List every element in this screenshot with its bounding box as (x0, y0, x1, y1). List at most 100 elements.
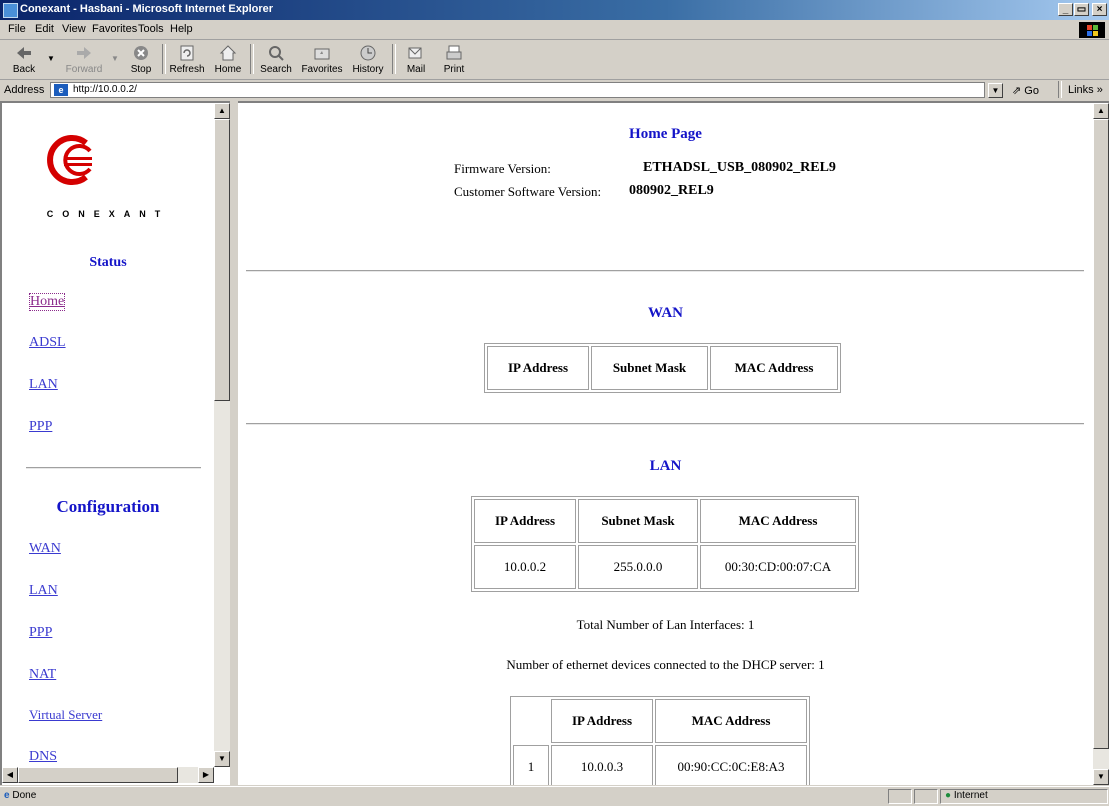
search-button[interactable]: Search (256, 42, 296, 78)
customer-software-value: 080902_REL9 (629, 183, 714, 198)
home-icon (219, 45, 237, 61)
nav-status-lan[interactable]: LAN (29, 377, 58, 393)
lan-ip-cell: 10.0.0.2 (474, 545, 576, 589)
forward-arrow-icon (77, 47, 91, 59)
ie-page-icon: e (54, 84, 68, 96)
address-dropdown-icon[interactable]: ▼ (988, 83, 1003, 98)
scroll-down-icon[interactable]: ▼ (1093, 769, 1109, 785)
nav-config-ppp[interactable]: PPP (29, 625, 52, 641)
lan-col-ip: IP Address (474, 499, 576, 543)
content-frame: Home Page Firmware Version: ETHADSL_USB_… (238, 101, 1109, 785)
frame-splitter[interactable] (230, 101, 238, 785)
table-row: 1 10.0.0.3 00:90:CC:0C:E8:A3 (513, 745, 807, 785)
conexant-wordmark: CONEXANT (46, 209, 170, 219)
windows-logo-icon (1079, 22, 1105, 38)
title-bar[interactable]: Conexant - Hasbani - Microsoft Internet … (0, 0, 1109, 20)
menu-file[interactable]: File (8, 23, 26, 35)
scroll-up-icon[interactable]: ▲ (1093, 103, 1109, 119)
nav-vertical-scrollbar[interactable]: ▲ ▼ (214, 103, 230, 767)
stop-button[interactable]: Stop (124, 42, 158, 78)
scroll-thumb[interactable] (214, 119, 230, 401)
nav-status-ppp[interactable]: PPP (29, 419, 52, 435)
window-title: Conexant - Hasbani - Microsoft Internet … (20, 3, 274, 15)
menu-view[interactable]: View (62, 23, 86, 35)
address-url: http://10.0.0.2/ (73, 84, 137, 95)
history-icon (360, 45, 376, 61)
back-dropdown-icon[interactable]: ▼ (44, 42, 58, 78)
dhcp-ip-cell: 10.0.0.3 (551, 745, 653, 785)
dhcp-col-mac: MAC Address (655, 699, 807, 743)
wan-table: IP Address Subnet Mask MAC Address (484, 343, 841, 393)
address-input[interactable]: e http://10.0.0.2/ (50, 82, 985, 98)
address-label: Address (4, 84, 45, 96)
nav-config-virtual-server[interactable]: Virtual Server (29, 707, 102, 723)
lan-subnet-cell: 255.0.0.0 (578, 545, 698, 589)
scroll-down-icon[interactable]: ▼ (214, 751, 230, 767)
ie-app-icon[interactable] (3, 3, 18, 18)
nav-config-lan[interactable]: LAN (29, 583, 58, 599)
nav-config-nat[interactable]: NAT (29, 667, 56, 683)
mail-icon (408, 47, 422, 59)
hscroll-thumb[interactable] (18, 767, 178, 783)
nav-divider (26, 467, 201, 469)
nav-config-wan[interactable]: WAN (29, 541, 61, 557)
globe-icon: ● (945, 790, 952, 801)
status-heading: Status (89, 255, 127, 270)
menu-help[interactable]: Help (170, 23, 193, 35)
wan-col-subnet: Subnet Mask (591, 346, 708, 390)
nav-status-adsl[interactable]: ADSL (29, 335, 66, 351)
conexant-logo-icon (47, 135, 92, 185)
status-text: e Done (4, 790, 37, 801)
address-bar: Address e http://10.0.0.2/ ▼ ⇗ Go Links … (0, 80, 1109, 100)
forward-dropdown-icon[interactable]: ▼ (108, 42, 122, 78)
ie-page-icon: e (4, 790, 10, 801)
back-arrow-icon (17, 47, 31, 59)
minimize-button[interactable]: _ (1058, 3, 1073, 16)
menu-tools[interactable]: Tools (138, 23, 164, 35)
menu-favorites[interactable]: Favorites (92, 23, 137, 35)
total-lan-interfaces: Total Number of Lan Interfaces: 1 (576, 617, 755, 632)
printer-icon (446, 45, 462, 60)
refresh-button[interactable]: Refresh (168, 42, 206, 78)
scroll-left-icon[interactable]: ◀ (2, 767, 18, 783)
dhcp-devices-count: Number of ethernet devices connected to … (506, 657, 825, 672)
nav-config-dns[interactable]: DNS (29, 749, 57, 765)
customer-software-label: Customer Software Version: (454, 184, 602, 199)
scroll-right-icon[interactable]: ▶ (198, 767, 214, 783)
menu-edit[interactable]: Edit (35, 23, 54, 35)
wan-heading: WAN (647, 305, 683, 321)
print-button[interactable]: Print (436, 42, 472, 78)
wan-col-ip: IP Address (487, 346, 589, 390)
maximize-button[interactable]: ▭ (1074, 3, 1089, 16)
navigation-frame: CONEXANT Status Home ADSL LAN PPP Config… (0, 101, 230, 785)
lan-mac-cell: 00:30:CD:00:07:CA (700, 545, 856, 589)
back-button[interactable]: Back (6, 42, 42, 78)
home-button[interactable]: Home (210, 42, 246, 78)
section-divider (246, 423, 1084, 425)
dhcp-mac-cell: 00:90:CC:0C:E8:A3 (655, 745, 807, 785)
page-title: Home Page (629, 126, 702, 142)
menu-bar: File Edit View Favorites Tools Help (0, 20, 1109, 40)
configuration-heading: Configuration (56, 497, 160, 516)
lan-table: IP Address Subnet Mask MAC Address 10.0.… (471, 496, 859, 592)
dhcp-index-cell: 1 (513, 745, 549, 785)
lan-col-mac: MAC Address (700, 499, 856, 543)
history-button[interactable]: History (348, 42, 388, 78)
scroll-up-icon[interactable]: ▲ (214, 103, 230, 119)
status-bar: e Done ● Internet (0, 786, 1109, 806)
section-divider (246, 270, 1084, 272)
mail-button[interactable]: Mail (398, 42, 434, 78)
table-row: 10.0.0.2 255.0.0.0 00:30:CD:00:07:CA (474, 545, 856, 589)
nav-status-home[interactable]: Home (29, 293, 66, 311)
content-vertical-scrollbar[interactable]: ▲ ▼ (1093, 103, 1109, 785)
close-button[interactable]: × (1092, 3, 1107, 16)
favorites-button[interactable]: Favorites (298, 42, 346, 78)
go-button[interactable]: ⇗ Go (1012, 84, 1039, 97)
forward-button[interactable]: Forward (62, 42, 106, 78)
scroll-thumb[interactable] (1093, 119, 1109, 749)
nav-horizontal-scrollbar[interactable]: ◀ ▶ (2, 767, 214, 783)
wan-col-mac: MAC Address (710, 346, 838, 390)
links-button[interactable]: Links » (1068, 84, 1103, 96)
lan-col-subnet: Subnet Mask (578, 499, 698, 543)
stop-icon (134, 46, 148, 60)
